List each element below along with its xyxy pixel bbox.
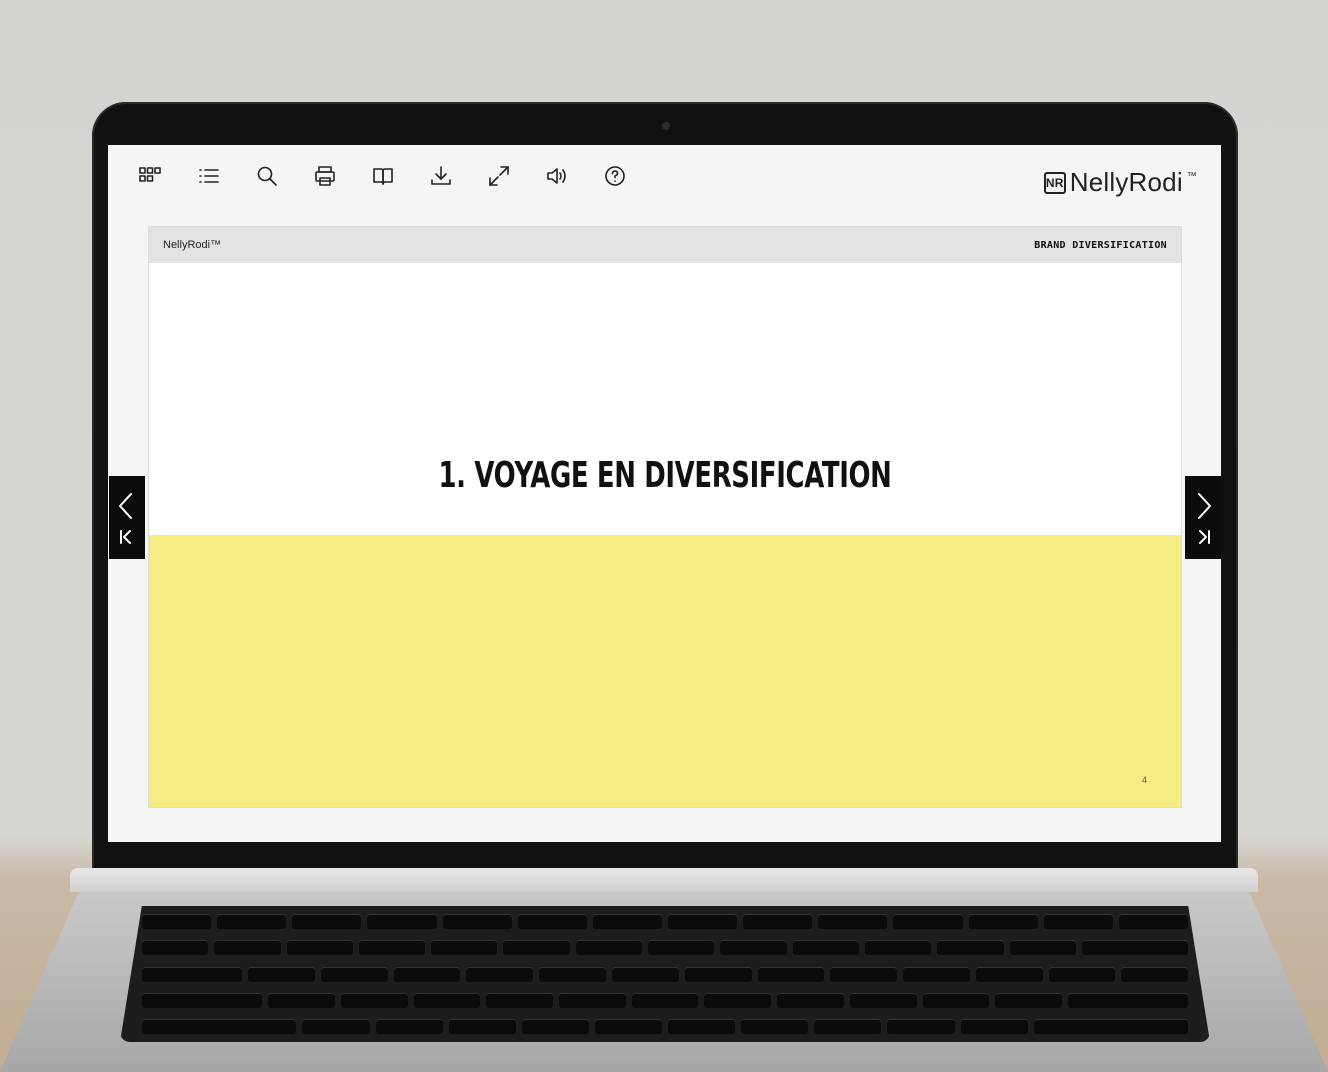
slide-title: 1. VOYAGE EN DIVERSIFICATION xyxy=(438,455,892,496)
keyboard xyxy=(120,906,1210,1042)
chevron-left-icon xyxy=(119,493,132,544)
brand-logo: NR NellyRodi ™ xyxy=(1043,167,1197,198)
speaker-icon xyxy=(547,168,566,184)
fullscreen-button[interactable] xyxy=(486,163,512,189)
webcam xyxy=(662,122,670,130)
page-number: 4 xyxy=(1141,775,1147,785)
book-view-button[interactable] xyxy=(370,163,396,189)
grid-icon xyxy=(139,167,161,182)
previous-page-button[interactable] xyxy=(109,476,145,559)
thumbnails-button[interactable] xyxy=(137,163,163,189)
slide-header-tag: BRAND DIVERSIFICATION xyxy=(1034,240,1167,251)
chevron-right-icon xyxy=(1198,493,1211,544)
logo-text: NellyRodi xyxy=(1069,167,1183,197)
laptop-hinge xyxy=(70,868,1258,892)
slide-page: NellyRodi™ BRAND DIVERSIFICATION 1. VOYA… xyxy=(149,227,1181,807)
screen: NR NellyRodi ™ NellyRodi™ BRAND DIVERSIFI… xyxy=(108,145,1221,842)
list-icon xyxy=(199,169,219,183)
download-button[interactable] xyxy=(428,163,454,189)
slide-header: NellyRodi™ BRAND DIVERSIFICATION xyxy=(149,227,1181,263)
next-page-button[interactable] xyxy=(1185,476,1221,559)
logo-mark-icon: NR xyxy=(1043,171,1066,194)
search-icon xyxy=(257,166,277,186)
search-button[interactable] xyxy=(254,163,280,189)
expand-icon xyxy=(489,166,509,186)
slide-header-brand: NellyRodi™ xyxy=(163,239,222,251)
help-button[interactable] xyxy=(602,163,628,189)
book-icon xyxy=(373,168,393,185)
download-icon xyxy=(431,166,451,185)
print-button[interactable] xyxy=(312,163,338,189)
slide-accent-block: 4 xyxy=(149,535,1181,807)
table-of-contents-button[interactable] xyxy=(196,163,222,189)
logo-trademark: ™ xyxy=(1186,171,1197,182)
viewer-toolbar: NR NellyRodi ™ xyxy=(108,145,1221,207)
help-icon xyxy=(605,166,625,186)
printer-icon xyxy=(315,166,335,186)
sound-button[interactable] xyxy=(544,163,570,189)
